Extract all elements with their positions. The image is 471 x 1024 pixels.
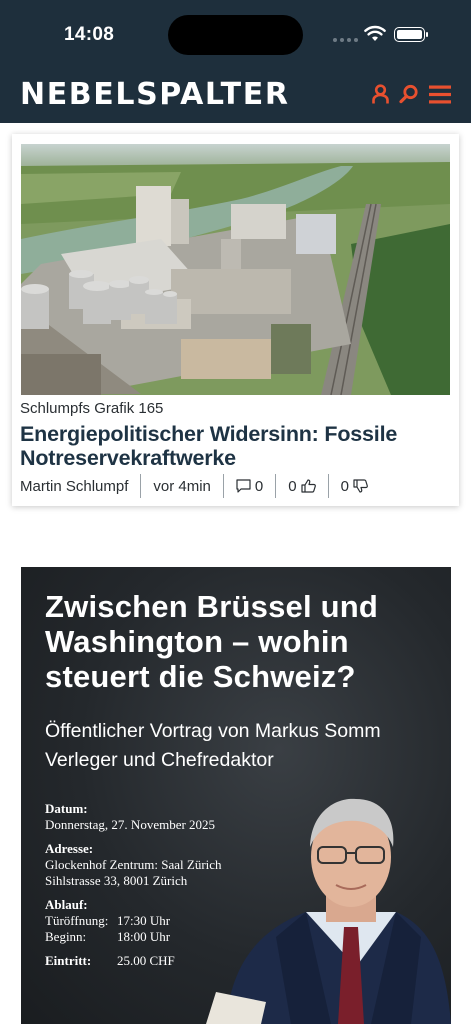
comment-count: 0: [254, 477, 264, 495]
start-row: Beginn: 18:00 Uhr: [45, 929, 222, 945]
search-icon[interactable]: [399, 84, 419, 104]
doors-row: Türöffnung: 17:30 Uhr: [45, 913, 222, 929]
event-title: Zwischen Brüssel und Washington – wohin …: [45, 589, 379, 694]
article-time: vor 4min: [153, 477, 211, 495]
event-subtitle: Öffentlicher Vortrag von Markus Somm Ver…: [45, 717, 381, 775]
comments-cell[interactable]: 0: [222, 474, 275, 498]
app-header: 14:08 NEBELSPALTER: [0, 0, 471, 123]
article-card[interactable]: Schlumpfs Grafik 165 Energiepolitischer …: [12, 134, 459, 506]
article-author-cell: Martin Schlumpf: [20, 474, 140, 498]
dislike-count: 0: [340, 477, 349, 495]
article-author[interactable]: Martin Schlumpf: [20, 478, 128, 495]
article-kicker[interactable]: Schlumpfs Grafik 165: [20, 400, 163, 417]
address-line-2: Sihlstrasse 33, 8001 Zürich: [45, 873, 188, 888]
doors-time: 17:30 Uhr: [117, 913, 171, 928]
doors-label: Türöffnung:: [45, 913, 109, 928]
entry-price: 25.00 CHF: [117, 953, 175, 968]
user-icon[interactable]: [372, 84, 389, 104]
thumbs-down-icon[interactable]: [353, 479, 368, 493]
schedule-label: Ablauf:: [45, 897, 88, 912]
start-label: Beginn:: [45, 929, 87, 944]
article-image[interactable]: [21, 144, 450, 395]
battery-icon: [394, 27, 428, 42]
event-subtitle-line-2: Verleger und Chefredaktor: [45, 749, 274, 771]
event-advertisement[interactable]: Zwischen Brüssel und Washington – wohin …: [21, 567, 451, 1024]
entry-label: Eintritt:: [45, 953, 92, 968]
wifi-icon: [364, 25, 386, 41]
address-label: Adresse:: [45, 841, 94, 856]
event-details: Datum: Donnerstag, 27. November 2025 Adr…: [45, 801, 222, 969]
article-meta: Martin Schlumpf vor 4min 0 0 0: [20, 474, 380, 498]
date-label: Datum:: [45, 801, 88, 816]
menu-icon[interactable]: [429, 85, 451, 104]
speaker-portrait: [206, 798, 451, 1024]
comment-icon: [236, 479, 251, 493]
article-title[interactable]: Energiepolitischer Widersinn: Fossile No…: [20, 422, 445, 470]
cellular-signal-icon: [333, 38, 358, 42]
entry-row: Eintritt: 25.00 CHF: [45, 953, 222, 969]
site-logo[interactable]: NEBELSPALTER: [20, 80, 290, 110]
date-value: Donnerstag, 27. November 2025: [45, 817, 216, 832]
address-line-1: Glockenhof Zentrum: Saal Zürich: [45, 857, 222, 872]
start-time: 18:00 Uhr: [117, 929, 171, 944]
status-time: 14:08: [64, 24, 115, 45]
article-time-cell: vor 4min: [140, 474, 223, 498]
header-actions: [372, 84, 451, 104]
dynamic-island: [168, 15, 303, 55]
like-count: 0: [288, 477, 297, 495]
likes-cell[interactable]: 0: [275, 474, 327, 498]
thumbs-up-icon[interactable]: [300, 479, 316, 493]
event-subtitle-line-1: Öffentlicher Vortrag von Markus Somm: [45, 720, 381, 742]
dislikes-cell[interactable]: 0: [327, 474, 380, 498]
